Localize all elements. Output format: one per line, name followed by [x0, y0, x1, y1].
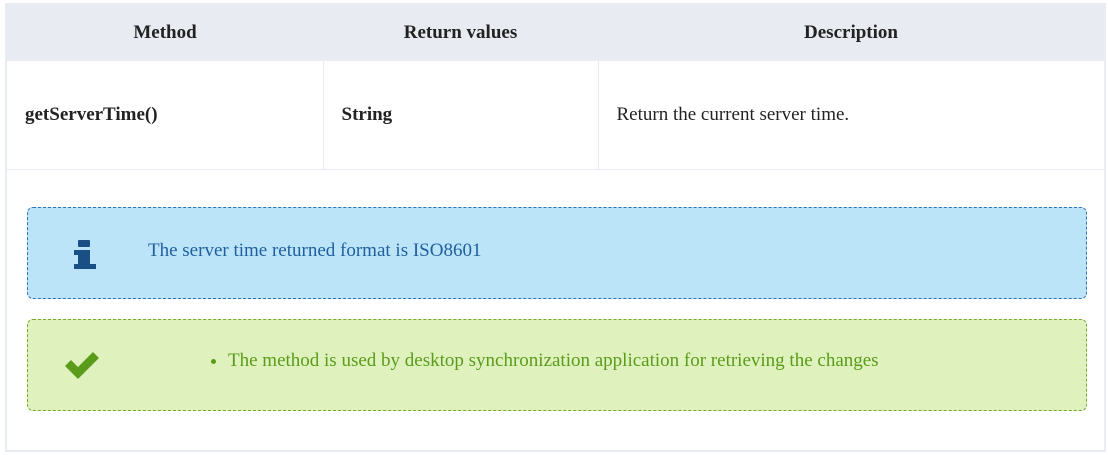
info-note: The server time returned format is ISO86… — [27, 207, 1087, 299]
api-methods-table: Method Return values Description getServ… — [7, 5, 1104, 170]
info-note-text: The server time returned format is ISO86… — [148, 240, 482, 261]
header-description: Description — [598, 5, 1104, 61]
return-value-cell: String — [323, 61, 599, 170]
header-return-values: Return values — [323, 5, 598, 61]
method-name-cell: getServerTime() — [7, 61, 324, 170]
success-note: The method is used by desktop synchroniz… — [27, 319, 1087, 411]
header-method: Method — [7, 5, 323, 61]
api-method-panel: Method Return values Description getServ… — [5, 3, 1106, 452]
description-cell: Return the current server time. — [598, 61, 1104, 170]
info-icon — [74, 240, 98, 270]
table-header-row: Method Return values Description — [7, 5, 1104, 61]
checkmark-icon — [60, 348, 104, 382]
success-note-list: The method is used by desktop synchroniz… — [208, 350, 879, 372]
list-item: The method is used by desktop synchroniz… — [228, 350, 879, 372]
table-row: getServerTime() String Return the curren… — [7, 61, 1104, 170]
